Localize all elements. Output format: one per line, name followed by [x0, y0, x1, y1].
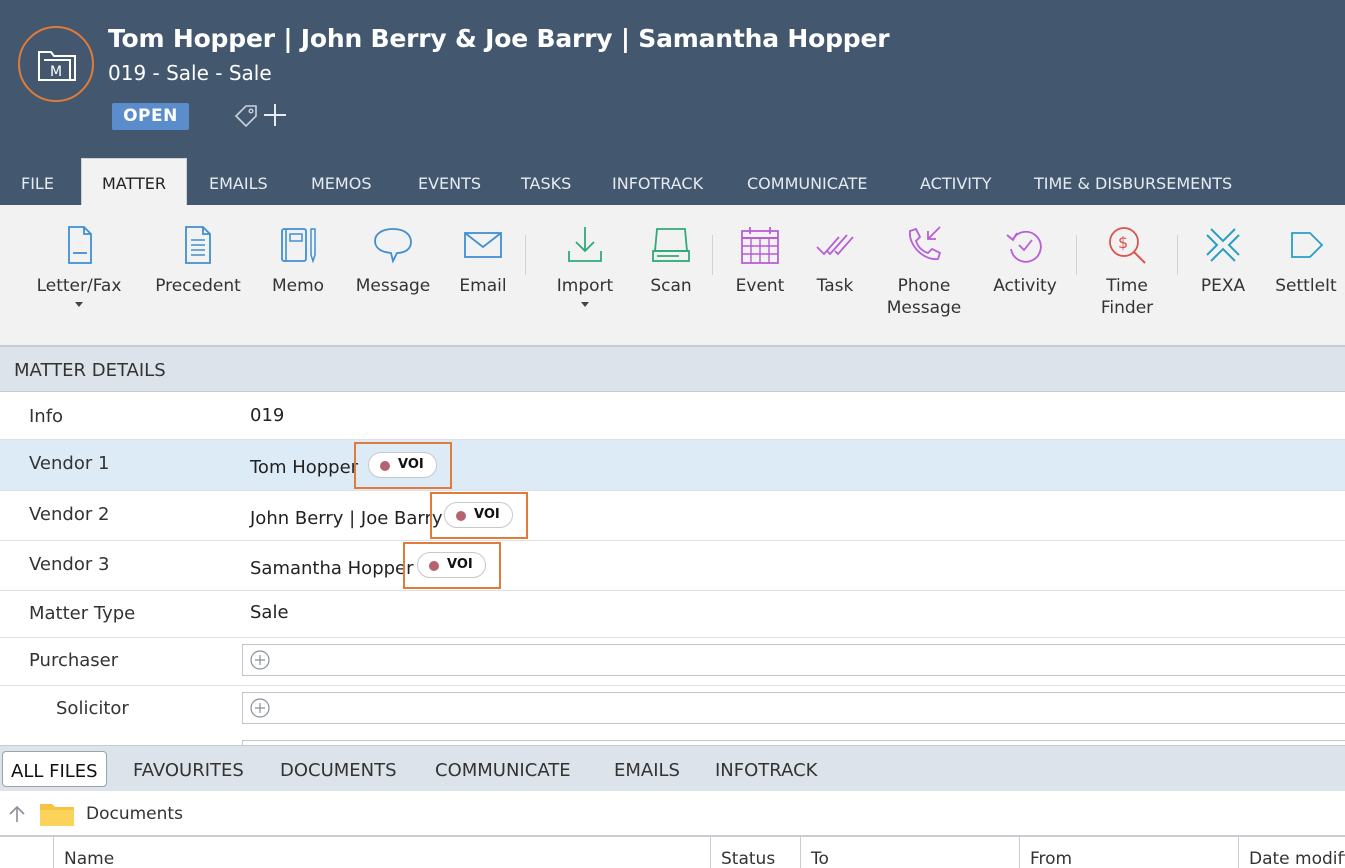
phone-message-icon [909, 226, 942, 260]
activity-icon [1006, 230, 1042, 263]
phone-message-button[interactable]: Phone Message [880, 205, 968, 345]
matter-logo: M [18, 26, 94, 102]
chevron-down-icon [581, 302, 589, 307]
matter-subtitle: 019 - Sale - Sale [108, 61, 272, 85]
tab-communicate-files[interactable]: COMMUNICATE [435, 746, 571, 792]
add-tag-icon[interactable] [262, 102, 288, 128]
tab-emails-files[interactable]: EMAILS [614, 746, 680, 792]
main-tabs: FILE MATTER EMAILS MEMOS EVENTS TASKS IN… [0, 158, 1345, 205]
svg-text:M: M [50, 64, 62, 80]
precedent-icon [185, 226, 211, 264]
purchaser-field[interactable] [242, 644, 1345, 676]
status-dot-icon [429, 561, 439, 571]
tab-documents[interactable]: DOCUMENTS [280, 746, 397, 792]
detail-row-matter-type: Matter Type Sale [0, 591, 1345, 638]
voi-badge[interactable]: VOI [417, 552, 486, 578]
folder-path-bar: Documents [0, 791, 1345, 837]
add-circle-icon[interactable] [250, 650, 270, 670]
message-button[interactable]: Message [353, 205, 433, 345]
time-finder-icon: $ [1109, 227, 1146, 264]
tab-all-files[interactable]: ALL FILES [2, 751, 107, 787]
tab-matter[interactable]: MATTER [81, 158, 187, 205]
detail-row-purchaser: Purchaser [0, 638, 1345, 686]
tab-emails[interactable]: EMAILS [209, 160, 268, 205]
letter-icon [68, 226, 92, 264]
file-tabs: ALL FILES FAVOURITES DOCUMENTS COMMUNICA… [0, 745, 1345, 791]
svg-text:$: $ [1118, 233, 1128, 252]
folder-path[interactable]: Documents [86, 804, 183, 824]
tab-infotrack-files[interactable]: INFOTRACK [715, 746, 817, 792]
activity-button[interactable]: Activity [985, 205, 1065, 345]
tab-tasks[interactable]: TASKS [521, 160, 571, 205]
tab-activity[interactable]: ACTIVITY [920, 160, 992, 205]
matter-title: Tom Hopper | John Berry & Joe Barry | Sa… [108, 24, 890, 53]
email-button[interactable]: Email [448, 205, 518, 345]
pexa-icon [1206, 228, 1240, 262]
detail-row-vendor-1[interactable]: Vendor 1 Tom Hopper [0, 440, 1345, 491]
ribbon-separator [525, 235, 526, 275]
ribbon-toolbar: Letter/Fax Precedent Memo Message Email … [0, 205, 1345, 347]
precedent-button[interactable]: Precedent [153, 205, 243, 345]
event-button[interactable]: Event [725, 205, 795, 345]
status-dot-icon [380, 461, 390, 471]
import-button[interactable]: Import [550, 205, 620, 345]
memo-icon [281, 228, 316, 264]
add-circle-icon[interactable] [250, 698, 270, 718]
voi-highlight: VOI [354, 442, 452, 489]
status-badge[interactable]: OPEN [112, 103, 189, 130]
tab-favourites[interactable]: FAVOURITES [133, 746, 244, 792]
tab-file[interactable]: FILE [21, 160, 54, 205]
detail-row-vendor-2[interactable]: Vendor 2 John Berry | Joe Barry [0, 491, 1345, 541]
settleit-icon [1291, 232, 1324, 258]
tab-memos[interactable]: MEMOS [311, 160, 371, 205]
grid-col-select [0, 837, 53, 868]
matter-folder-icon: M [38, 51, 76, 81]
files-grid-header: Name Status To From Date modified [0, 837, 1345, 868]
solicitor-field[interactable] [242, 692, 1345, 724]
ribbon-separator [1076, 235, 1077, 275]
status-dot-icon [456, 511, 466, 521]
tab-time-disbursements[interactable]: TIME & DISBURSEMENTS [1034, 160, 1232, 205]
tab-events[interactable]: EVENTS [418, 160, 481, 205]
matter-details-heading: MATTER DETAILS [0, 347, 1345, 392]
grid-col-date-modified[interactable]: Date modified [1238, 837, 1345, 868]
tag-icon[interactable] [232, 102, 260, 130]
settleit-button[interactable]: SettleIt [1270, 205, 1342, 345]
matter-header: M Tom Hopper | John Berry & Joe Barry | … [0, 0, 1345, 205]
chevron-down-icon [75, 302, 83, 307]
calendar-icon [741, 227, 779, 264]
tab-communicate[interactable]: COMMUNICATE [747, 160, 868, 205]
voi-badge[interactable]: VOI [444, 502, 513, 528]
detail-row-info: Info 019 [0, 392, 1345, 440]
memo-button[interactable]: Memo [263, 205, 333, 345]
import-icon [568, 227, 602, 262]
folder-icon [40, 804, 74, 826]
grid-col-name[interactable]: Name [53, 837, 710, 868]
task-button[interactable]: Task [805, 205, 865, 345]
detail-row-vendor-3[interactable]: Vendor 3 Samantha Hopper [0, 541, 1345, 591]
voi-badge[interactable]: VOI [368, 452, 437, 478]
task-icon [816, 234, 854, 256]
arrow-up-icon[interactable] [7, 804, 27, 824]
detail-row-solicitor: Solicitor [0, 686, 1345, 746]
pexa-button[interactable]: PEXA [1193, 205, 1253, 345]
ribbon-separator [712, 235, 713, 275]
time-finder-button[interactable]: $ Time Finder [1091, 205, 1163, 345]
scan-button[interactable]: Scan [636, 205, 706, 345]
voi-highlight: VOI [430, 492, 528, 539]
scan-icon [652, 228, 690, 262]
grid-col-status[interactable]: Status [710, 837, 800, 868]
message-icon [374, 228, 412, 264]
letter-fax-button[interactable]: Letter/Fax [34, 205, 124, 345]
ribbon-separator [1177, 235, 1178, 275]
grid-col-to[interactable]: To [800, 837, 1019, 868]
email-icon [464, 232, 502, 258]
grid-col-from[interactable]: From [1019, 837, 1238, 868]
voi-highlight: VOI [403, 542, 501, 589]
tab-infotrack[interactable]: INFOTRACK [612, 160, 703, 205]
